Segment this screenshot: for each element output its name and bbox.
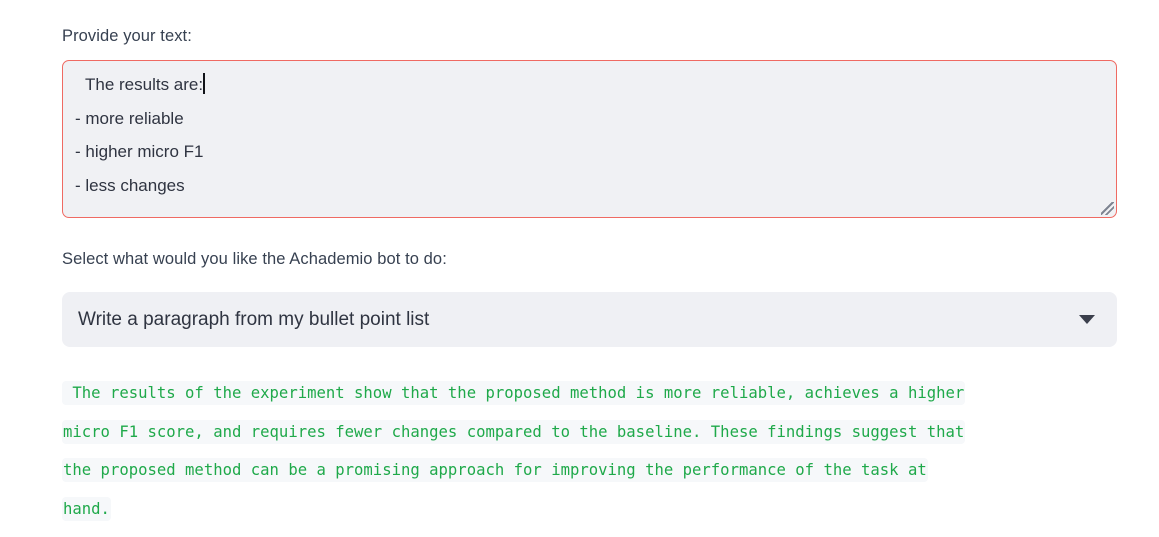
task-select-value: Write a paragraph from my bullet point l… <box>78 308 430 330</box>
output-line: the proposed method can be a promising a… <box>62 451 1117 490</box>
output-line: The results of the experiment show that … <box>62 374 1117 413</box>
textarea-line-2: - more reliable <box>75 108 184 128</box>
chevron-down-icon[interactable] <box>1079 315 1095 324</box>
output-line: micro F1 score, and requires fewer chang… <box>62 413 1117 452</box>
output-line-text: The results of the experiment show that … <box>62 381 966 405</box>
textarea-line-1-text: The results are: <box>85 75 204 94</box>
textarea-line-4: - less changes <box>75 175 185 195</box>
provide-text-label: Provide your text: <box>62 27 192 45</box>
text-caret <box>203 73 205 94</box>
output-line: hand. <box>62 490 1117 529</box>
output-line-text: micro F1 score, and requires fewer chang… <box>62 419 966 444</box>
output-line-text: the proposed method can be a promising a… <box>62 458 928 482</box>
task-select-label: Select what would you like the Achademio… <box>62 250 447 268</box>
output-line-text: hand. <box>62 496 111 521</box>
app-root: Provide your text: The results are: - mo… <box>0 0 1159 537</box>
output-panel: The results of the experiment show that … <box>62 374 1117 528</box>
text-input-textarea[interactable]: The results are: - more reliable - highe… <box>62 60 1117 218</box>
task-select-dropdown[interactable]: Write a paragraph from my bullet point l… <box>62 292 1117 347</box>
resize-grip-icon[interactable] <box>1101 202 1114 215</box>
textarea-line-3: - higher micro F1 <box>75 142 204 161</box>
textarea-line-1: The results are: <box>75 68 205 102</box>
